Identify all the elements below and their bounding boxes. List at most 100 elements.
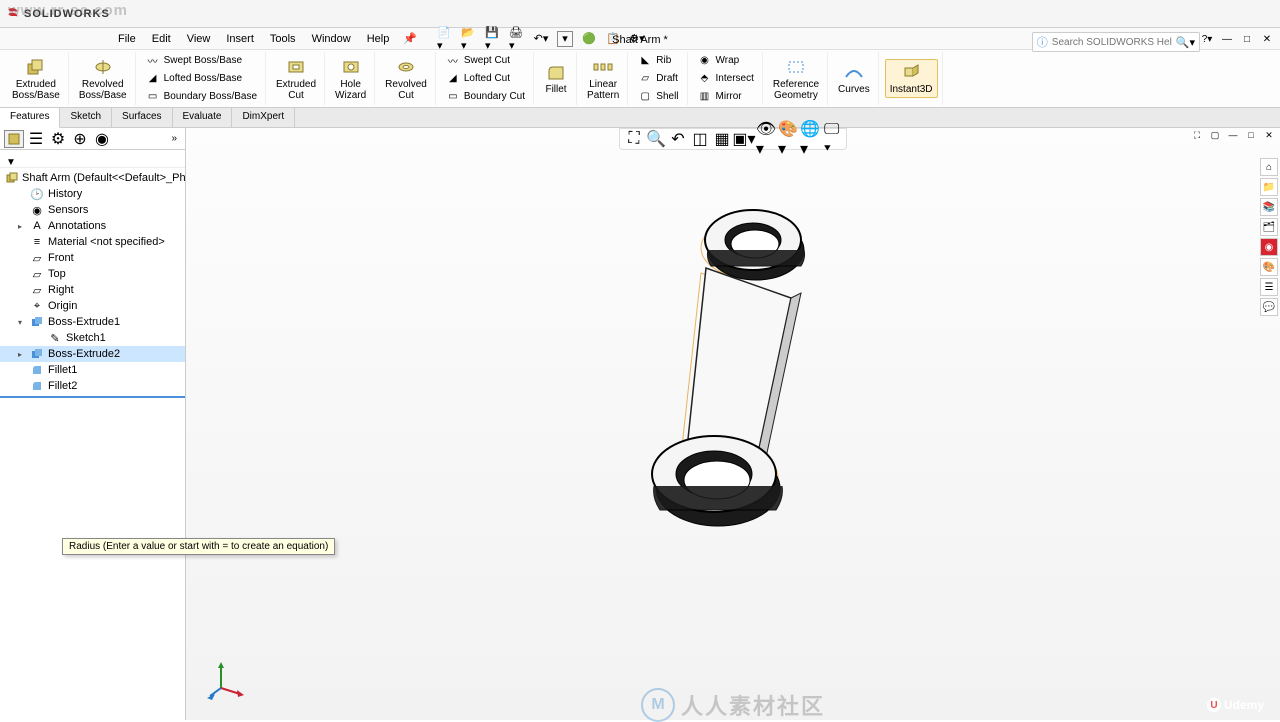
- taskpane-appearances-icon[interactable]: 🎨: [1260, 258, 1278, 276]
- tree-tab-dimxpert-icon[interactable]: ⊕: [70, 130, 90, 148]
- taskpane-design-library-icon[interactable]: 📚: [1260, 198, 1278, 216]
- tree-root[interactable]: Shaft Arm (Default<<Default>_PhotoWorks …: [0, 170, 185, 186]
- sketch-icon: ✎: [48, 331, 62, 345]
- maximize-icon[interactable]: □: [1240, 32, 1254, 46]
- pin-icon[interactable]: 📌: [403, 32, 417, 45]
- view-triad[interactable]: [206, 660, 246, 700]
- hide-show-icon[interactable]: 👁▾: [758, 131, 774, 147]
- viewport-window-icon[interactable]: ▢: [1208, 128, 1222, 142]
- tree-annotations[interactable]: ▸AAnnotations: [0, 218, 185, 234]
- tree-sketch1[interactable]: ✎Sketch1: [0, 330, 185, 346]
- instant3d-button[interactable]: Instant3D: [885, 59, 938, 98]
- taskpane-view-palette-icon[interactable]: ◉: [1260, 238, 1278, 256]
- menu-view[interactable]: View: [179, 33, 219, 45]
- swept-cut-button[interactable]: 〰Swept Cut: [442, 53, 529, 69]
- linear-pattern-button[interactable]: Linear Pattern: [583, 55, 623, 103]
- zoom-area-icon[interactable]: 🔍: [648, 131, 664, 147]
- taskpane-home-icon[interactable]: ⌂: [1260, 158, 1278, 176]
- lofted-cut-button[interactable]: ◢Lofted Cut: [442, 71, 529, 87]
- revolved-boss-button[interactable]: Revolved Boss/Base: [75, 55, 131, 103]
- menu-tools[interactable]: Tools: [262, 33, 304, 45]
- curves-button[interactable]: Curves: [834, 60, 874, 97]
- menu-insert[interactable]: Insert: [218, 33, 262, 45]
- viewport-expand-icon[interactable]: ⛶: [1190, 128, 1204, 142]
- fillet-button[interactable]: Fillet: [540, 60, 572, 97]
- intersect-button[interactable]: ⬘Intersect: [694, 71, 758, 87]
- revolved-cut-button[interactable]: Revolved Cut: [381, 55, 431, 103]
- save-icon[interactable]: 💾▾: [485, 31, 501, 47]
- tree-right-plane[interactable]: ▱Right: [0, 282, 185, 298]
- taskpane-resources-icon[interactable]: 📁: [1260, 178, 1278, 196]
- tab-features[interactable]: Features: [0, 108, 60, 128]
- menu-file[interactable]: File: [110, 33, 144, 45]
- tree-tab-config-icon[interactable]: ⚙: [48, 130, 68, 148]
- tab-surfaces[interactable]: Surfaces: [112, 108, 172, 127]
- view-orientation-icon[interactable]: ▦: [714, 131, 730, 147]
- rebuild-icon[interactable]: 🟢: [581, 31, 597, 47]
- viewport-max-icon[interactable]: □: [1244, 128, 1258, 142]
- tab-sketch[interactable]: Sketch: [60, 108, 112, 127]
- tree-expand-icon[interactable]: »: [167, 133, 181, 144]
- section-view-icon[interactable]: ◫: [692, 131, 708, 147]
- search-input[interactable]: [1052, 37, 1172, 48]
- tree-tab-display-icon[interactable]: ◉: [92, 130, 112, 148]
- view-settings-icon[interactable]: 🖵▾: [824, 131, 840, 147]
- open-doc-icon[interactable]: 📂▾: [461, 31, 477, 47]
- tree-material[interactable]: ≡Material <not specified>: [0, 234, 185, 250]
- extruded-boss-icon: [24, 57, 48, 77]
- tree-tab-feature-icon[interactable]: [4, 130, 24, 148]
- search-box[interactable]: ⓘ 🔍▾: [1032, 32, 1200, 52]
- tree-origin[interactable]: ⌖Origin: [0, 298, 185, 314]
- model-view[interactable]: [606, 178, 886, 598]
- tree-fillet1[interactable]: Fillet1: [0, 362, 185, 378]
- menu-window[interactable]: Window: [304, 33, 359, 45]
- tree-front-plane[interactable]: ▱Front: [0, 250, 185, 266]
- tab-evaluate[interactable]: Evaluate: [173, 108, 233, 127]
- menu-help[interactable]: Help: [359, 33, 398, 45]
- extruded-boss-button[interactable]: Extruded Boss/Base: [8, 55, 64, 103]
- hole-wizard-button[interactable]: Hole Wizard: [331, 55, 370, 103]
- draft-button[interactable]: ▱Draft: [634, 71, 682, 87]
- boundary-boss-button[interactable]: ▭Boundary Boss/Base: [142, 89, 261, 105]
- tree-filter[interactable]: ▼: [0, 150, 185, 168]
- tree-sensors[interactable]: ◉Sensors: [0, 202, 185, 218]
- taskpane-forum-icon[interactable]: 💬: [1260, 298, 1278, 316]
- wrap-button[interactable]: ◉Wrap: [694, 53, 758, 69]
- menu-edit[interactable]: Edit: [144, 33, 179, 45]
- new-doc-icon[interactable]: 📄▾: [437, 31, 453, 47]
- boundary-boss-icon: ▭: [146, 90, 160, 104]
- display-style-icon[interactable]: ▣▾: [736, 131, 752, 147]
- part-icon: [6, 171, 18, 185]
- minimize-icon[interactable]: —: [1220, 32, 1234, 46]
- apply-scene-icon[interactable]: 🌐▾: [802, 131, 818, 147]
- tree-tab-property-icon[interactable]: ☰: [26, 130, 46, 148]
- undo-icon[interactable]: ↶▾: [533, 31, 549, 47]
- rib-button[interactable]: ◣Rib: [634, 53, 682, 69]
- tab-dimxpert[interactable]: DimXpert: [232, 108, 295, 127]
- edit-appearance-icon[interactable]: 🎨▾: [780, 131, 796, 147]
- shell-button[interactable]: ▢Shell: [634, 89, 682, 105]
- previous-view-icon[interactable]: ↶: [670, 131, 686, 147]
- boundary-cut-button[interactable]: ▭Boundary Cut: [442, 89, 529, 105]
- reference-geometry-button[interactable]: Reference Geometry: [769, 55, 823, 103]
- viewport-min-icon[interactable]: —: [1226, 128, 1240, 142]
- taskpane-file-explorer-icon[interactable]: 🗂: [1260, 218, 1278, 236]
- tree-top-plane[interactable]: ▱Top: [0, 266, 185, 282]
- zoom-fit-icon[interactable]: ⛶: [626, 131, 642, 147]
- extruded-cut-button[interactable]: Extruded Cut: [272, 55, 320, 103]
- tree-fillet2[interactable]: Fillet2: [0, 378, 185, 394]
- tree-boss-extrude2[interactable]: ▸Boss-Extrude2: [0, 346, 185, 362]
- search-icon[interactable]: 🔍▾: [1176, 36, 1195, 49]
- help-icon[interactable]: ?▾: [1200, 32, 1214, 46]
- viewport-close-icon[interactable]: ✕: [1262, 128, 1276, 142]
- select-icon[interactable]: ▾: [557, 31, 573, 47]
- tree-boss-extrude1[interactable]: ▾Boss-Extrude1: [0, 314, 185, 330]
- lofted-boss-button[interactable]: ◢Lofted Boss/Base: [142, 71, 261, 87]
- swept-boss-button[interactable]: 〰Swept Boss/Base: [142, 53, 261, 69]
- viewport[interactable]: ⛶ 🔍 ↶ ◫ ▦ ▣▾ 👁▾ 🎨▾ 🌐▾ 🖵▾ ⛶ ▢ — □ ✕ ⌂ 📁 📚…: [186, 128, 1280, 720]
- mirror-button[interactable]: ▥Mirror: [694, 89, 758, 105]
- taskpane-custom-props-icon[interactable]: ☰: [1260, 278, 1278, 296]
- tree-history[interactable]: 🕑History: [0, 186, 185, 202]
- close-icon[interactable]: ✕: [1260, 32, 1274, 46]
- print-icon[interactable]: 🖨▾: [509, 31, 525, 47]
